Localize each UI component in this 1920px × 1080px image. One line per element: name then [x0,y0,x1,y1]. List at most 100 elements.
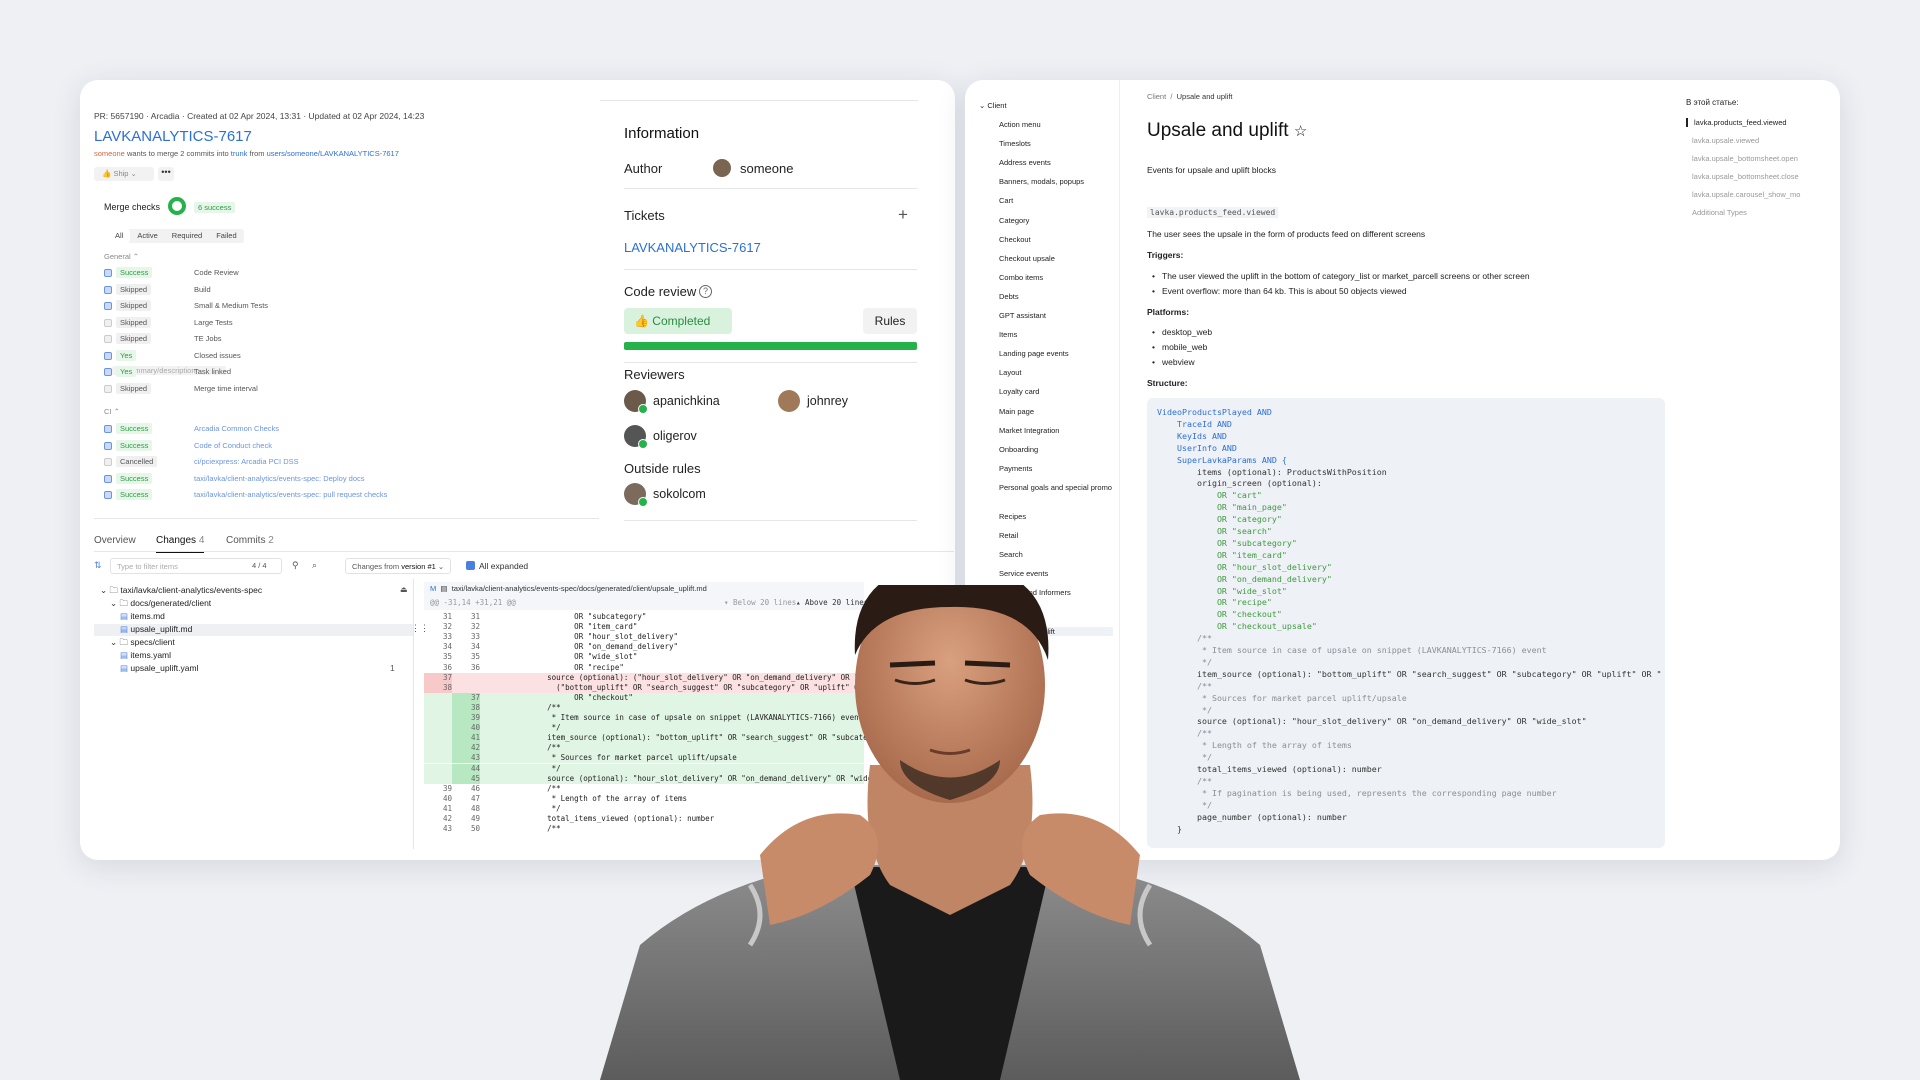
check-row[interactable]: Cancelled ci/pciexpress: Arcadia PCI DSS [104,456,524,468]
filter-failed[interactable]: Failed [209,229,243,243]
sidebar-item[interactable]: Combo items [999,273,1114,282]
code-line: OR "on_demand_delivery" [1157,573,1332,584]
check-row[interactable]: Success Code of Conduct check [104,439,524,452]
sidebar-item[interactable]: Market Integration [999,426,1114,435]
pr-author-link[interactable]: someone [94,149,125,158]
collapse-icon[interactable]: ⏏ [400,585,408,594]
ship-button[interactable]: 👍 Ship ⌄ [94,167,154,181]
completed-button[interactable]: 👍 Completed [624,308,732,334]
sidebar-item[interactable]: Personal goals and special promo [999,483,1114,492]
sidebar-item[interactable]: Timeslots [999,139,1114,148]
check-row[interactable]: Skipped Large Tests [104,316,524,329]
check-row[interactable]: Skipped Small & Medium Tests [104,300,524,312]
toc-item[interactable]: lavka.upsale_bottomsheet.close [1686,172,1799,181]
hunk-range: @@ -31,14 +31,21 @@ [430,598,516,607]
check-row[interactable]: Yes Closed issues [104,349,524,362]
sidebar-item[interactable]: Loyalty card [999,387,1114,396]
sidebar-item[interactable]: Cart [999,196,1114,205]
check-row[interactable]: Success Code Review [104,267,524,279]
filter-required[interactable]: Required [165,229,209,243]
tree-file[interactable]: ▤ items.yaml [120,650,171,662]
sidebar-item[interactable]: Category [999,216,1114,225]
sidebar-item[interactable]: Debts [999,292,1114,301]
sidebar-item[interactable]: Landing page events [999,349,1114,358]
sidebar-item[interactable]: Action menu [999,120,1114,129]
target-branch-link[interactable]: trunk [231,149,248,158]
check-name[interactable]: ci/pciexpress: Arcadia PCI DSS [194,457,299,466]
tab-commits[interactable]: Commits 2 [226,535,274,546]
check-name[interactable]: taxi/lavka/client-analytics/events-spec:… [194,490,387,499]
check-name[interactable]: Arcadia Common Checks [194,424,279,433]
tree-label: docs/generated/client [130,598,212,608]
check-name[interactable]: taxi/lavka/client-analytics/events-spec:… [194,474,365,483]
tab-overview[interactable]: Overview [94,535,136,546]
tree-folder[interactable]: ⌄ 🗀 docs/generated/client [110,598,211,610]
sidebar-item[interactable]: Checkout [999,235,1114,244]
changes-version: version #1 [401,562,436,571]
reviewer-name[interactable]: apanichkina [653,394,720,408]
more-actions-button[interactable]: ••• [158,167,174,181]
filter-active[interactable]: Active [130,229,164,243]
sidebar-item[interactable]: Banners, modals, popups [999,177,1114,186]
sidebar-item[interactable]: Service events [999,569,1114,578]
all-expanded-label: All expanded [479,561,529,571]
check-name: TE Jobs [194,334,222,343]
filter-all[interactable]: All [108,229,131,243]
tab-label: Changes [156,535,197,546]
check-row[interactable]: Skipped Merge time interval [104,382,524,395]
tree-file[interactable]: ▤ items.md [120,611,165,623]
check-row[interactable]: Skipped TE Jobs [104,333,524,345]
reviewer-name[interactable]: sokolcom [653,487,706,501]
all-expanded-checkbox[interactable]: All expanded [466,561,528,571]
toc-item[interactable]: lavka.upsale.viewed [1686,136,1759,145]
sidebar-item[interactable]: Layout [999,368,1114,377]
rules-button[interactable]: Rules [863,308,917,334]
tree-file[interactable]: ▤ upsale_uplift.yaml 1 [120,663,395,675]
help-icon[interactable]: ? [699,285,712,298]
sidebar-item[interactable]: GPT assistant [999,311,1114,320]
sidebar-item[interactable]: Main page [999,407,1114,416]
group-general-toggle[interactable]: General ⌃ [104,252,139,261]
check-row[interactable]: Success Arcadia Common Checks [104,423,524,435]
sidebar-item[interactable]: Onboarding [999,445,1114,454]
reviewer-name[interactable]: oligerov [653,429,697,443]
sidebar-item[interactable]: Checkout upsale [999,254,1114,263]
tree-folder[interactable]: ⌄ 🗀 taxi/lavka/client-analytics/events-s… [100,585,262,597]
check-name[interactable]: Code of Conduct check [194,441,272,450]
breadcrumb-root[interactable]: Client [1147,92,1166,101]
toc-item[interactable]: lavka.products_feed.viewed [1686,118,1787,127]
check-row[interactable]: Success taxi/lavka/client-analytics/event… [104,489,524,501]
check-row[interactable]: Skipped Build [104,283,524,296]
modified-badge: M [430,584,437,593]
reviewer-name[interactable]: johnrey [807,394,848,408]
toc-item[interactable]: Additional Types [1686,208,1747,217]
check-row[interactable]: Success taxi/lavka/client-analytics/event… [104,472,524,485]
sidebar-root[interactable]: ⌄ Client [979,101,1007,110]
tree-folder[interactable]: ⌄ 🗀 specs/client [110,637,175,649]
changes-from-select[interactable]: Changes from version #1 ⌄ [345,558,452,574]
filter-icon[interactable]: ⚲ [292,560,299,571]
author-name[interactable]: someone [740,161,793,176]
sidebar-root-label: Client [987,101,1007,110]
tree-file[interactable]: ▤ upsale_uplift.md [94,624,414,636]
sidebar-item[interactable]: Retail [999,531,1114,540]
sidebar-item[interactable]: Address events [999,158,1114,167]
source-branch-link[interactable]: users/someone/LAVKANALYTICS-7617 [267,149,399,158]
check-name: Task linked [194,367,232,376]
check-row[interactable]: Yes Task linked In summary/description [104,366,524,378]
search-icon[interactable]: ⌕ [312,560,317,571]
add-ticket-icon[interactable]: + [898,205,908,225]
sidebar-item[interactable]: Items [999,330,1114,339]
star-icon[interactable]: ☆ [1294,123,1307,140]
pr-title-link[interactable]: LAVKANALYTICS-7617 [94,128,252,145]
ticket-link[interactable]: LAVKANALYTICS-7617 [624,240,761,255]
group-ci-toggle[interactable]: CI ⌃ [104,407,120,416]
sidebar-item[interactable]: Search [999,550,1114,559]
sidebar-item[interactable]: Payments [999,464,1114,473]
sidebar-item[interactable]: Recipes [999,512,1114,521]
tree-toggle-icon[interactable]: ⇅ [94,560,102,571]
line-number: 41 [452,733,480,744]
toc-item[interactable]: lavka.upsale_bottomsheet.open [1686,154,1798,163]
toc-item[interactable]: lavka.upsale.carousel_show_mo [1686,190,1800,199]
thumbs-up-icon: 👍 [634,314,649,328]
